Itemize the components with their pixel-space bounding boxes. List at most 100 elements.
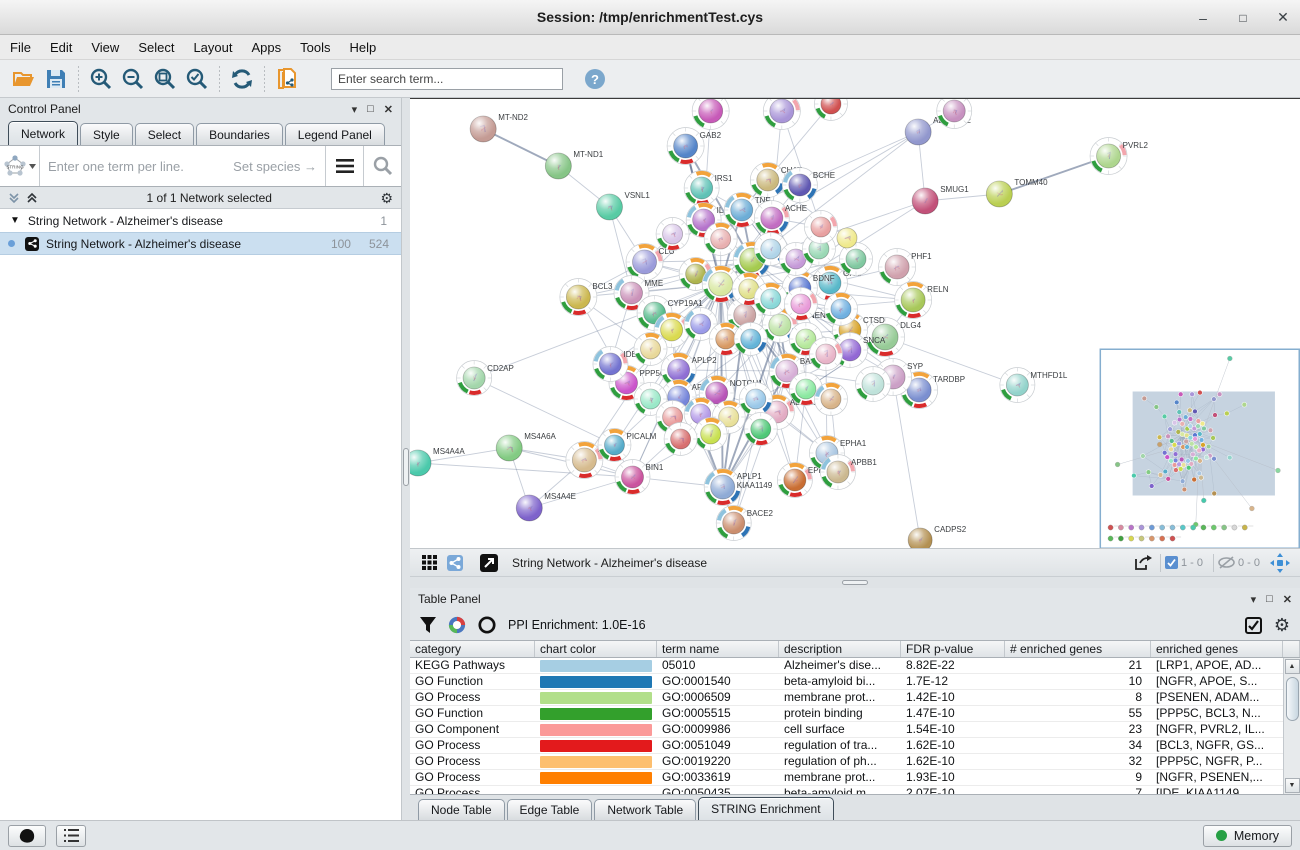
task-history-button[interactable] [8, 825, 46, 847]
share-view-button[interactable] [442, 552, 468, 574]
network-node[interactable] [694, 418, 727, 451]
tab-network-table[interactable]: Network Table [594, 799, 696, 820]
network-node[interactable]: APBB1 [820, 455, 877, 490]
menu-item-layout[interactable]: Layout [193, 40, 232, 55]
column-header-chart-color[interactable]: chart color [535, 641, 657, 657]
network-node[interactable]: CD2AP [457, 361, 514, 396]
column-header-enriched-genes[interactable]: enriched genes [1151, 641, 1283, 657]
column-header-description[interactable]: description [779, 641, 901, 657]
network-node[interactable]: IRS1 [684, 171, 733, 206]
menu-item-view[interactable]: View [91, 40, 119, 55]
hidden-eye-icon[interactable] [1218, 556, 1235, 569]
network-node[interactable]: PHF1 [879, 249, 933, 286]
network-node[interactable] [837, 228, 857, 248]
clone-network-button[interactable] [271, 64, 303, 94]
maximize-button[interactable]: □ [1236, 11, 1250, 25]
column-header-FDR-p-value[interactable]: FDR p-value [901, 641, 1005, 657]
network-node[interactable]: VSNL1 [596, 191, 650, 220]
network-node[interactable]: BIN1 [615, 460, 664, 495]
network-node[interactable]: MTHFD1L [1000, 368, 1068, 403]
network-node[interactable] [804, 211, 837, 244]
menu-item-tools[interactable]: Tools [300, 40, 330, 55]
network-node[interactable]: PVRL2 [1090, 138, 1149, 175]
help-button[interactable]: ? [579, 64, 611, 94]
tab-style[interactable]: Style [80, 123, 133, 145]
tab-legend-panel[interactable]: Legend Panel [285, 123, 385, 145]
table-vertical-scrollbar[interactable]: ▲ ▼ [1283, 658, 1300, 794]
network-node[interactable]: RELN [895, 282, 949, 319]
network-node[interactable]: PICALM [598, 429, 657, 462]
search-input[interactable] [331, 68, 563, 90]
zoom-fit-button[interactable] [149, 64, 181, 94]
network-node[interactable] [754, 283, 787, 316]
tab-select[interactable]: Select [135, 123, 194, 145]
string-logo-dropdown[interactable]: STRING [0, 146, 40, 186]
network-node[interactable] [656, 218, 689, 251]
menu-item-help[interactable]: Help [350, 40, 377, 55]
scroll-down-button[interactable]: ▼ [1285, 778, 1300, 793]
zoom-selected-button[interactable] [181, 64, 213, 94]
network-node[interactable]: APLP1KIAA1149 [704, 469, 773, 506]
column-header-term-name[interactable]: term name [657, 641, 779, 657]
zoom-in-button[interactable] [85, 64, 117, 94]
settings-gear-icon[interactable]: ⚙ [1274, 616, 1290, 634]
tab-string-enrichment[interactable]: STRING Enrichment [698, 797, 833, 820]
zoom-out-button[interactable] [117, 64, 149, 94]
network-node[interactable]: GAB2 [667, 128, 721, 165]
scroll-up-button[interactable]: ▲ [1285, 659, 1300, 674]
column-header--enriched-genes[interactable]: # enriched genes [1005, 641, 1151, 657]
menu-item-apps[interactable]: Apps [252, 40, 282, 55]
network-node[interactable] [704, 223, 737, 256]
donut-chart-icon[interactable] [448, 616, 466, 634]
open-session-button[interactable] [8, 64, 40, 94]
table-row[interactable]: GO ProcessGO:0051049regulation of tra...… [410, 738, 1283, 754]
network-node[interactable]: ACHE [754, 201, 807, 236]
network-node[interactable] [634, 333, 667, 366]
network-node[interactable]: CADPS2 [908, 525, 967, 548]
set-species-hint[interactable]: Set species → [233, 159, 317, 174]
panel-float-icon[interactable]: □ [367, 103, 374, 115]
filter-icon[interactable] [420, 617, 436, 633]
network-node[interactable] [809, 338, 842, 371]
table-row[interactable]: GO FunctionGO:0001540beta-amyloid bi...1… [410, 674, 1283, 690]
network-node[interactable] [856, 367, 891, 402]
select-all-icon[interactable] [1245, 617, 1262, 634]
splitter-handle[interactable] [842, 580, 868, 585]
table-row[interactable]: GO ProcessGO:0033619membrane prot...1.93… [410, 770, 1283, 786]
pan-compass-icon[interactable] [1270, 553, 1290, 573]
tree-collapse-caret-icon[interactable]: ▼ [10, 215, 20, 226]
birds-eye-view[interactable] [1100, 349, 1299, 548]
ring-chart-icon[interactable] [478, 616, 496, 634]
network-node[interactable] [692, 99, 729, 130]
network-row[interactable]: String Network - Alzheimer's disease 100… [0, 232, 401, 255]
collapse-all-icon[interactable] [8, 192, 20, 204]
panel-float-icon[interactable]: □ [1266, 593, 1273, 605]
splitter-handle[interactable] [403, 448, 409, 486]
selected-checkbox-icon[interactable] [1165, 556, 1178, 569]
horizontal-splitter[interactable] [410, 576, 1300, 588]
tab-network[interactable]: Network [8, 121, 78, 145]
column-header-category[interactable]: category [410, 641, 535, 657]
table-row[interactable]: GO ProcessGO:0006509membrane prot...1.42… [410, 690, 1283, 706]
network-node[interactable] [734, 323, 767, 356]
tab-edge-table[interactable]: Edge Table [507, 799, 593, 820]
table-row[interactable]: GO ComponentGO:0009986cell surface1.54E-… [410, 722, 1283, 738]
tab-node-table[interactable]: Node Table [418, 799, 505, 820]
string-options-button[interactable] [325, 146, 363, 186]
menu-item-select[interactable]: Select [138, 40, 174, 55]
network-node[interactable]: MS4A4E [516, 492, 576, 521]
close-button[interactable]: ✕ [1276, 9, 1290, 26]
network-node[interactable]: BCL3 [560, 279, 613, 316]
menu-item-file[interactable]: File [10, 40, 31, 55]
network-node[interactable]: TOMM40 [986, 178, 1048, 207]
table-row[interactable]: GO FunctionGO:0005515protein binding1.47… [410, 706, 1283, 722]
network-node[interactable] [824, 293, 857, 326]
string-term-input[interactable]: Enter one term per line. Set species → [40, 146, 325, 186]
detach-view-button[interactable] [476, 552, 502, 574]
string-search-button[interactable] [363, 146, 401, 186]
network-node[interactable] [763, 99, 800, 130]
network-node[interactable] [814, 383, 847, 416]
network-collection-row[interactable]: ▼ String Network - Alzheimer's disease 1 [0, 209, 401, 232]
network-node[interactable] [784, 288, 817, 321]
table-row[interactable]: GO ProcessGO:0019220regulation of ph...1… [410, 754, 1283, 770]
